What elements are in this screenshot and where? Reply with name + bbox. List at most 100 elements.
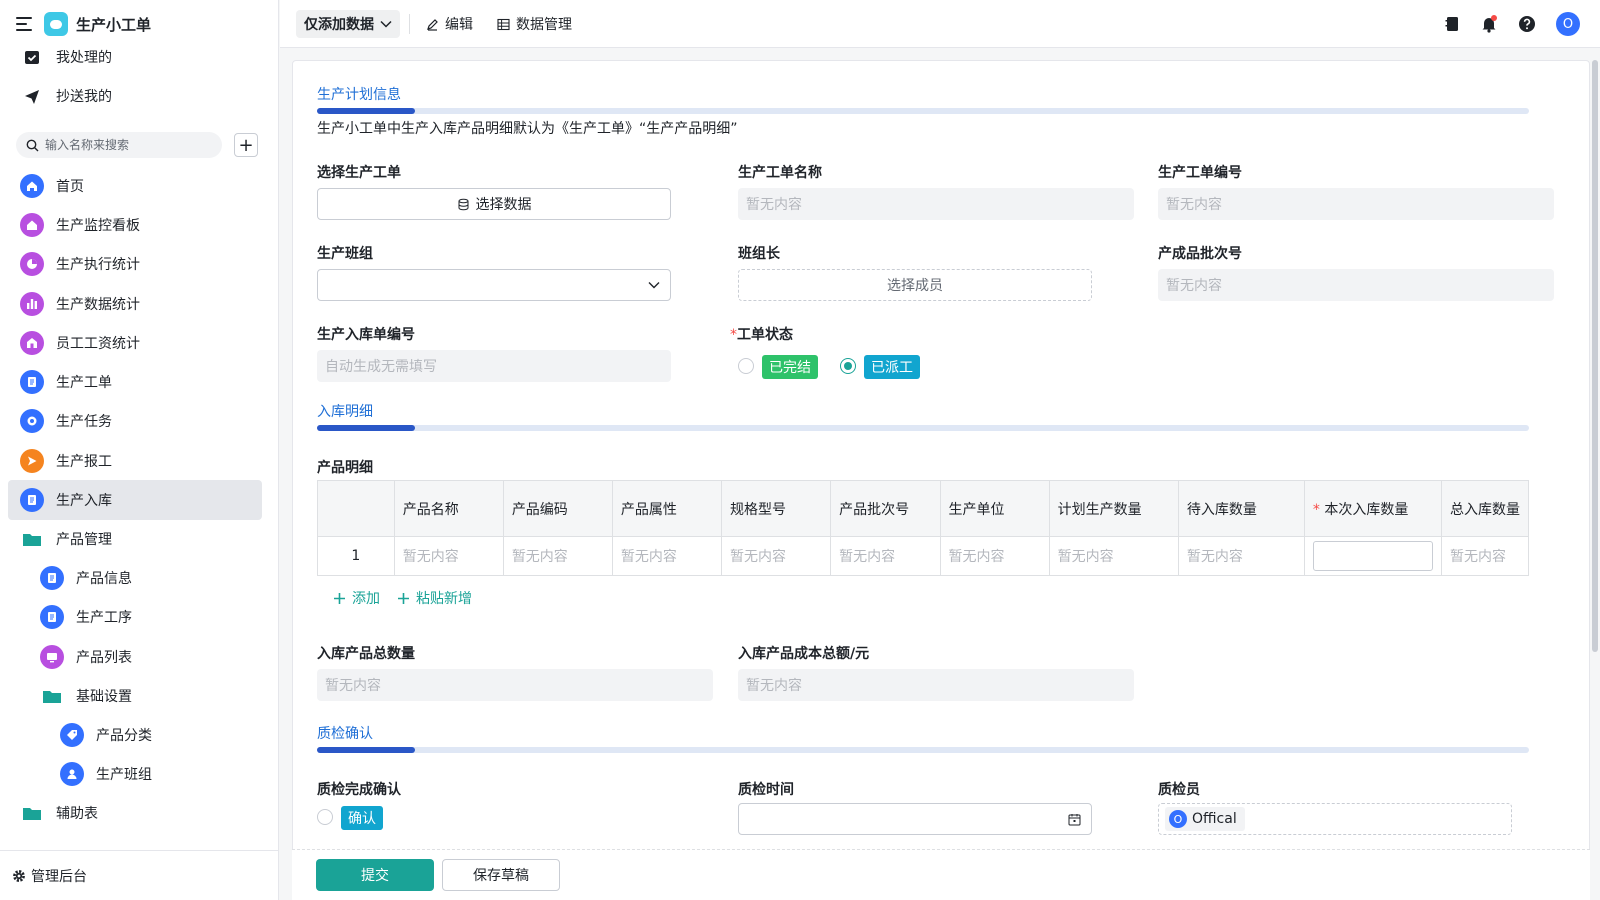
tag-icon [60, 723, 84, 747]
search-box [16, 132, 222, 158]
app-title: 生产小工单 [76, 15, 152, 34]
sidebar-item-team[interactable]: 生产班组 [8, 754, 262, 794]
sidebar-folder-basic-settings[interactable]: 基础设置 [8, 676, 262, 716]
qc-confirm-radio[interactable] [317, 809, 333, 825]
sidebar-item-home[interactable]: 首页 [8, 166, 262, 206]
calendar-icon [1068, 813, 1081, 825]
sidebar-item-warehousing[interactable]: 生产入库 [8, 480, 262, 520]
field-label-total-cost: 入库产品成本总额/元 [738, 646, 870, 662]
plus-icon [398, 592, 409, 604]
table-header: 生产单位 [939, 480, 1050, 537]
qc-person-field[interactable]: O Offical [1158, 803, 1512, 835]
gear-icon [13, 869, 25, 882]
sidebar: 生产小工单 我处理的 抄送我的 + 首页 生产监控看板 生产执行统计 生产数据统… [0, 0, 279, 900]
save-draft-button[interactable]: 保存草稿 [442, 859, 560, 891]
help-icon[interactable] [1516, 13, 1538, 35]
table-cell: 暂无内容 [1048, 536, 1179, 576]
notebook-icon[interactable] [1441, 13, 1463, 35]
table-row: 1 暂无内容 暂无内容 暂无内容 暂无内容 暂无内容 暂无内容 暂无内容 暂无内… [317, 536, 1529, 576]
table-header: 计划生产数量 [1048, 480, 1179, 537]
field-label-in-no: 生产入库单编号 [317, 327, 415, 343]
table-cell: 暂无内容 [1177, 536, 1305, 576]
order-no-field: 暂无内容 [1158, 188, 1554, 220]
menu-icon[interactable] [16, 17, 32, 31]
table-header-required: * 本次入库数量 [1303, 480, 1443, 537]
sidebar-item-my-tasks[interactable]: 我处理的 [8, 37, 262, 77]
field-label-qc-time: 质检时间 [738, 782, 794, 798]
edit-button[interactable]: 编辑 [426, 10, 473, 38]
shop-icon [20, 331, 44, 355]
paste-add-button[interactable]: 粘贴新增 [397, 588, 472, 608]
sidebar-item-task[interactable]: 生产任务 [8, 401, 262, 441]
table-cell: 暂无内容 [830, 536, 941, 576]
sidebar-folder-aux[interactable]: 辅助表 [8, 793, 262, 833]
bell-icon[interactable] [1478, 13, 1500, 35]
add-row-button[interactable]: 添加 [333, 588, 380, 608]
field-label-product-detail: 产品明细 [317, 460, 373, 476]
field-label-qc-person: 质检员 [1158, 782, 1200, 798]
sidebar-item-report[interactable]: 生产报工 [8, 441, 262, 481]
field-label-team: 生产班组 [317, 246, 373, 262]
sidebar-item-product-list[interactable]: 产品列表 [8, 637, 262, 677]
status-tag-done: 已完结 [762, 355, 818, 379]
sidebar-item-monitor-board[interactable]: 生产监控看板 [8, 205, 262, 245]
field-label-leader: 班组长 [738, 246, 780, 262]
table-cell: 暂无内容 [1441, 536, 1529, 576]
sidebar-item-exec-stats[interactable]: 生产执行统计 [8, 244, 262, 284]
table-cell: 暂无内容 [611, 536, 723, 576]
table-header: 产品批次号 [830, 480, 941, 537]
table-cell: 暂无内容 [502, 536, 613, 576]
add-button[interactable]: + [234, 133, 258, 157]
form-panel: 生产计划信息 生产小工单中生产入库产品明细默认为《生产工单》“生产产品明细” 选… [292, 60, 1590, 900]
table-cell: 暂无内容 [939, 536, 1050, 576]
table-header: 总入库数量 [1441, 480, 1529, 537]
document-icon [40, 605, 64, 629]
sidebar-item-product-category[interactable]: 产品分类 [8, 715, 262, 755]
scrollbar[interactable] [1592, 60, 1598, 652]
order-name-field: 暂无内容 [738, 188, 1134, 220]
select-data-button[interactable]: 选择数据 [317, 188, 671, 220]
table-header: 产品属性 [611, 480, 723, 537]
folder-icon [20, 527, 44, 551]
document-icon [40, 566, 64, 590]
section-title-detail: 入库明细 [317, 404, 373, 420]
field-label-batch: 产成品批次号 [1158, 246, 1242, 262]
monitor-icon [40, 645, 64, 669]
qc-confirm-tag: 确认 [341, 806, 383, 830]
database-icon [458, 198, 468, 210]
table-header-index [317, 480, 395, 537]
table-cell-input [1303, 536, 1443, 576]
view-selector[interactable]: 仅添加数据 [296, 10, 400, 38]
target-icon [20, 409, 44, 433]
sidebar-item-cc-me[interactable]: 抄送我的 [8, 76, 262, 116]
table-header: 产品名称 [393, 480, 504, 537]
select-member-button[interactable]: 选择成员 [738, 269, 1092, 301]
sidebar-item-salary-stats[interactable]: 员工工资统计 [8, 323, 262, 363]
app-header: 生产小工单 [16, 10, 151, 38]
search-input[interactable] [45, 138, 205, 152]
toolbar-divider [409, 14, 410, 34]
chevron-down-icon [380, 20, 392, 28]
topbar: 仅添加数据 编辑 数据管理 O [280, 0, 1600, 48]
sidebar-item-work-order[interactable]: 生产工单 [8, 362, 262, 402]
search-icon [26, 139, 39, 151]
folder-icon [40, 684, 64, 708]
sidebar-item-product-info[interactable]: 产品信息 [8, 558, 262, 598]
section-divider [317, 108, 1529, 114]
sidebar-item-data-stats[interactable]: 生产数据统计 [8, 284, 262, 324]
send-icon [20, 84, 44, 108]
section-divider [317, 425, 1529, 431]
qc-time-picker[interactable] [738, 803, 1092, 835]
submit-button[interactable]: 提交 [316, 859, 434, 891]
sidebar-item-process[interactable]: 生产工序 [8, 597, 262, 637]
field-label-order-no: 生产工单编号 [1158, 165, 1242, 181]
avatar[interactable]: O [1556, 12, 1580, 36]
status-radio-done[interactable] [738, 358, 754, 374]
in-qty-input[interactable] [1312, 541, 1433, 571]
sidebar-folder-product-mgmt[interactable]: 产品管理 [8, 519, 262, 559]
status-radio-assigned[interactable] [840, 358, 856, 374]
team-select[interactable] [317, 269, 671, 301]
table-header: 待入库数量 [1177, 480, 1305, 537]
admin-link[interactable]: 管理后台 [0, 850, 279, 900]
data-manage-button[interactable]: 数据管理 [497, 10, 572, 38]
